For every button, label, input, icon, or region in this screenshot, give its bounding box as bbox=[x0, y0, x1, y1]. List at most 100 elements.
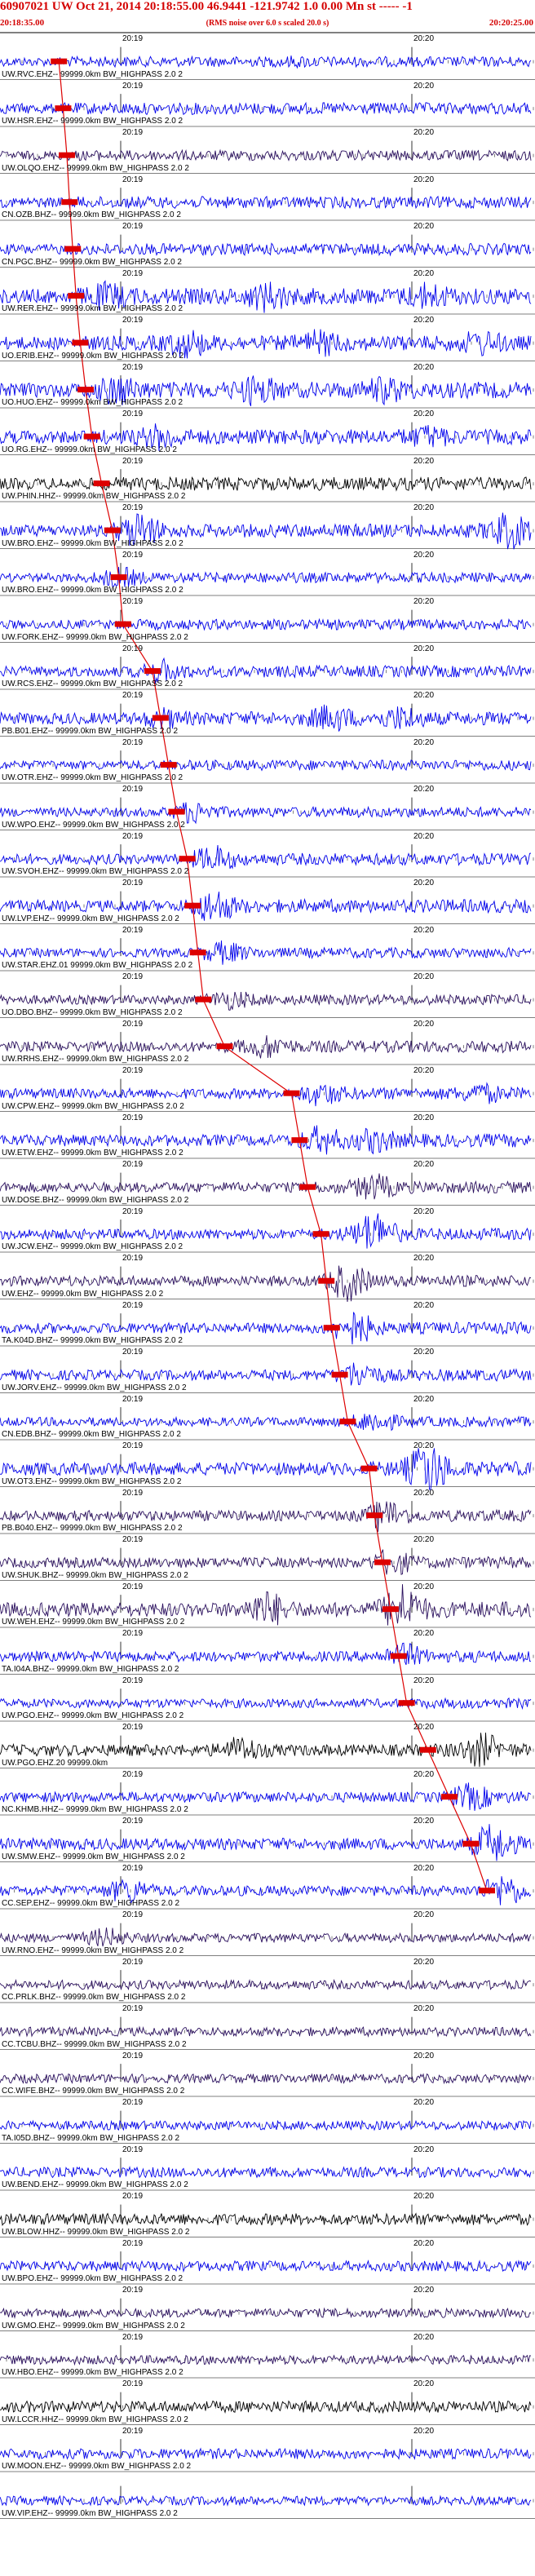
channel-label: CN.OZB.BHZ-- 99999.0km BW_HIGHPASS 2.0 2 bbox=[2, 210, 181, 219]
channel-label: TA.I04A.BHZ-- 99999.0km BW_HIGHPASS 2.0 … bbox=[2, 1664, 179, 1674]
tick-label-minute2: 20:20 bbox=[413, 1019, 435, 1029]
channel-label: CC.SEP.EHZ-- 99999.0km BW_HIGHPASS 2.0 2 bbox=[2, 1899, 180, 1908]
tick-label-minute2: 20:20 bbox=[413, 2051, 435, 2060]
channel-label: CC.TCBU.BHZ-- 99999.0km BW_HIGHPASS 2.0 … bbox=[2, 2039, 187, 2049]
tick-label-minute2: 20:20 bbox=[413, 2286, 435, 2295]
tick-label-minute1: 20:19 bbox=[122, 1535, 144, 1544]
tick-label-minute2: 20:20 bbox=[413, 550, 435, 560]
channel-label: UW.BPO.EHZ-- 99999.0km BW_HIGHPASS 2.0 2 bbox=[2, 2274, 183, 2283]
channel-label: UW.PGO.EHZ.20 99999.0km bbox=[2, 1758, 108, 1768]
channel-label: NC.KHMB.HHZ-- 99999.0km BW_HIGHPASS 2.0 … bbox=[2, 1805, 188, 1814]
tick-label-minute1: 20:19 bbox=[122, 2098, 144, 2107]
tick-label-minute1: 20:19 bbox=[122, 1817, 144, 1826]
tick-label-minute2: 20:20 bbox=[413, 1582, 435, 1591]
channel-label: UW.HSR.EHZ-- 99999.0km BW_HIGHPASS 2.0 2 bbox=[2, 117, 183, 126]
channel-label: UO.DBO.BHZ-- 99999.0km BW_HIGHPASS 2.0 2 bbox=[2, 1007, 183, 1017]
channel-label: UW.LCCR.HHZ-- 99999.0km BW_HIGHPASS 2.0 … bbox=[2, 2414, 188, 2424]
tick-label-minute1: 20:19 bbox=[122, 691, 144, 700]
tick-label-minute1: 20:19 bbox=[122, 2004, 144, 2013]
channel-label: CC.PRLK.BHZ-- 99999.0km BW_HIGHPASS 2.0 … bbox=[2, 1993, 186, 2002]
tick-label-minute1: 20:19 bbox=[122, 2426, 144, 2436]
tick-label-minute2: 20:20 bbox=[413, 1488, 435, 1498]
tick-label-minute2: 20:20 bbox=[413, 879, 435, 887]
channel-label: TA.K04D.BHZ-- 99999.0km BW_HIGHPASS 2.0 … bbox=[2, 1336, 183, 1345]
tick-label-minute1: 20:19 bbox=[122, 1394, 144, 1404]
tick-label-minute1: 20:19 bbox=[122, 81, 144, 91]
tick-label-minute1: 20:19 bbox=[122, 1488, 144, 1498]
channel-label: UW.JCW.EHZ-- 99999.0km BW_HIGHPASS 2.0 2 bbox=[2, 1242, 183, 1251]
tick-label-minute1: 20:19 bbox=[122, 1582, 144, 1591]
tick-label-minute1: 20:19 bbox=[122, 1441, 144, 1450]
tick-label-minute2: 20:20 bbox=[413, 128, 435, 137]
channel-label: UW.CPW.EHZ-- 99999.0km BW_HIGHPASS 2.0 2 bbox=[2, 1101, 184, 1111]
channel-label: UW.WEH.EHZ-- 99999.0km BW_HIGHPASS 2.0 2 bbox=[2, 1618, 185, 1627]
tick-label-minute2: 20:20 bbox=[413, 2144, 435, 2154]
tick-label-minute2: 20:20 bbox=[413, 81, 435, 91]
tick-label-minute1: 20:19 bbox=[122, 737, 144, 747]
tick-label-minute2: 20:20 bbox=[413, 972, 435, 981]
tick-label-minute1: 20:19 bbox=[122, 1206, 144, 1216]
tick-label-minute2: 20:20 bbox=[413, 831, 435, 841]
tick-label-minute2: 20:20 bbox=[413, 1394, 435, 1404]
tick-label-minute2: 20:20 bbox=[413, 2426, 435, 2436]
channel-label: UW.GMO.EHZ-- 99999.0km BW_HIGHPASS 2.0 2 bbox=[2, 2321, 185, 2330]
tick-label-minute1: 20:19 bbox=[122, 1254, 144, 1263]
tick-label-minute2: 20:20 bbox=[413, 1863, 435, 1873]
channel-label: UW.MOON.EHZ-- 99999.0km BW_HIGHPASS 2.0 … bbox=[2, 2462, 192, 2471]
channel-label: UW.ETW.EHZ-- 99999.0km BW_HIGHPASS 2.0 2 bbox=[2, 1149, 183, 1157]
tick-label-minute1: 20:19 bbox=[122, 831, 144, 841]
channel-label: CN.PGC.BHZ-- 99999.0km BW_HIGHPASS 2.0 2 bbox=[2, 257, 182, 267]
channel-label: UO.RG.EHZ-- 99999.0km BW_HIGHPASS 2.0 2 bbox=[2, 445, 177, 454]
channel-label: UW.RER.EHZ-- 99999.0km BW_HIGHPASS 2.0 2 bbox=[2, 304, 183, 313]
channel-label: UW.EHZ-- 99999.0km BW_HIGHPASS 2.0 2 bbox=[2, 1289, 164, 1299]
channel-label: UW.OT3.EHZ-- 99999.0km BW_HIGHPASS 2.0 2 bbox=[2, 1476, 182, 1486]
channel-label: UW.RRHS.EHZ-- 99999.0km BW_HIGHPASS 2.0 … bbox=[2, 1055, 189, 1064]
tick-label-minute2: 20:20 bbox=[413, 1817, 435, 1826]
tick-label-minute1: 20:19 bbox=[122, 1629, 144, 1638]
tick-label-minute2: 20:20 bbox=[413, 503, 435, 512]
tick-label-minute1: 20:19 bbox=[122, 409, 144, 418]
tick-label-minute1: 20:19 bbox=[122, 316, 144, 325]
tick-label-minute2: 20:20 bbox=[413, 2379, 435, 2388]
channel-label: UW.OTR.EHZ-- 99999.0km BW_HIGHPASS 2.0 2 bbox=[2, 773, 183, 782]
channel-label: UW.SMW.EHZ-- 99999.0km BW_HIGHPASS 2.0 2 bbox=[2, 1852, 185, 1861]
tick-label-minute1: 20:19 bbox=[122, 550, 144, 560]
channel-label: UW.BRO.EHZ-- 99999.0km BW_HIGHPASS 2.0 2 bbox=[2, 538, 183, 548]
tick-label-minute1: 20:19 bbox=[122, 2332, 144, 2342]
tick-label-minute1: 20:19 bbox=[122, 1113, 144, 1122]
tick-label-minute1: 20:19 bbox=[122, 2192, 144, 2201]
tick-label-minute1: 20:19 bbox=[122, 1066, 144, 1075]
channel-label: CC.WIFE.BHZ-- 99999.0km BW_HIGHPASS 2.0 … bbox=[2, 2087, 185, 2096]
tick-label-minute1: 20:19 bbox=[122, 2051, 144, 2060]
channel-label: UO.HUO.EHZ-- 99999.0km BW_HIGHPASS 2.0 2 bbox=[2, 398, 183, 407]
tick-label-minute1: 20:19 bbox=[122, 2286, 144, 2295]
tick-label-minute2: 20:20 bbox=[413, 1535, 435, 1544]
tick-label-minute2: 20:20 bbox=[413, 1300, 435, 1310]
tick-label-minute1: 20:19 bbox=[122, 222, 144, 231]
tick-label-minute2: 20:20 bbox=[413, 925, 435, 935]
channel-label: UW.VIP.EHZ-- 99999.0km BW_HIGHPASS 2.0 2 bbox=[2, 2508, 178, 2518]
channel-label: PB.B040.EHZ-- 99999.0km BW_HIGHPASS 2.0 … bbox=[2, 1524, 183, 1533]
channel-label: UW.STAR.EHZ.01 99999.0km BW_HIGHPASS 2.0… bbox=[2, 961, 193, 970]
tick-label-minute1: 20:19 bbox=[122, 1160, 144, 1169]
channel-label: UW.FORK.EHZ-- 99999.0km BW_HIGHPASS 2.0 … bbox=[2, 632, 188, 642]
tick-label-minute1: 20:19 bbox=[122, 879, 144, 887]
tick-label-minute1: 20:19 bbox=[122, 2238, 144, 2248]
tick-label-minute2: 20:20 bbox=[413, 597, 435, 606]
tick-label-minute2: 20:20 bbox=[413, 1910, 435, 1919]
channel-label: UW.SVOH.EHZ-- 99999.0km BW_HIGHPASS 2.0 … bbox=[2, 867, 189, 876]
channel-label: UW.WPO.EHZ-- 99999.0km BW_HIGHPASS 2.0 2 bbox=[2, 820, 185, 830]
tick-label-minute2: 20:20 bbox=[413, 2332, 435, 2342]
tick-label-minute2: 20:20 bbox=[413, 222, 435, 231]
tick-label-minute2: 20:20 bbox=[413, 1769, 435, 1779]
channel-label: UW.LVP.EHZ-- 99999.0km BW_HIGHPASS 2.0 2 bbox=[2, 914, 179, 923]
tick-label-minute2: 20:20 bbox=[413, 34, 435, 43]
tick-label-minute1: 20:19 bbox=[122, 785, 144, 794]
tick-label-minute1: 20:19 bbox=[122, 1769, 144, 1779]
tick-label-minute2: 20:20 bbox=[413, 1113, 435, 1122]
tick-label-minute1: 20:19 bbox=[122, 644, 144, 653]
channel-label: UW.BEND.EHZ-- 99999.0km BW_HIGHPASS 2.0 … bbox=[2, 2180, 188, 2189]
tick-label-minute1: 20:19 bbox=[122, 2144, 144, 2154]
tick-label-minute2: 20:20 bbox=[413, 2192, 435, 2201]
tick-label-minute2: 20:20 bbox=[413, 316, 435, 325]
